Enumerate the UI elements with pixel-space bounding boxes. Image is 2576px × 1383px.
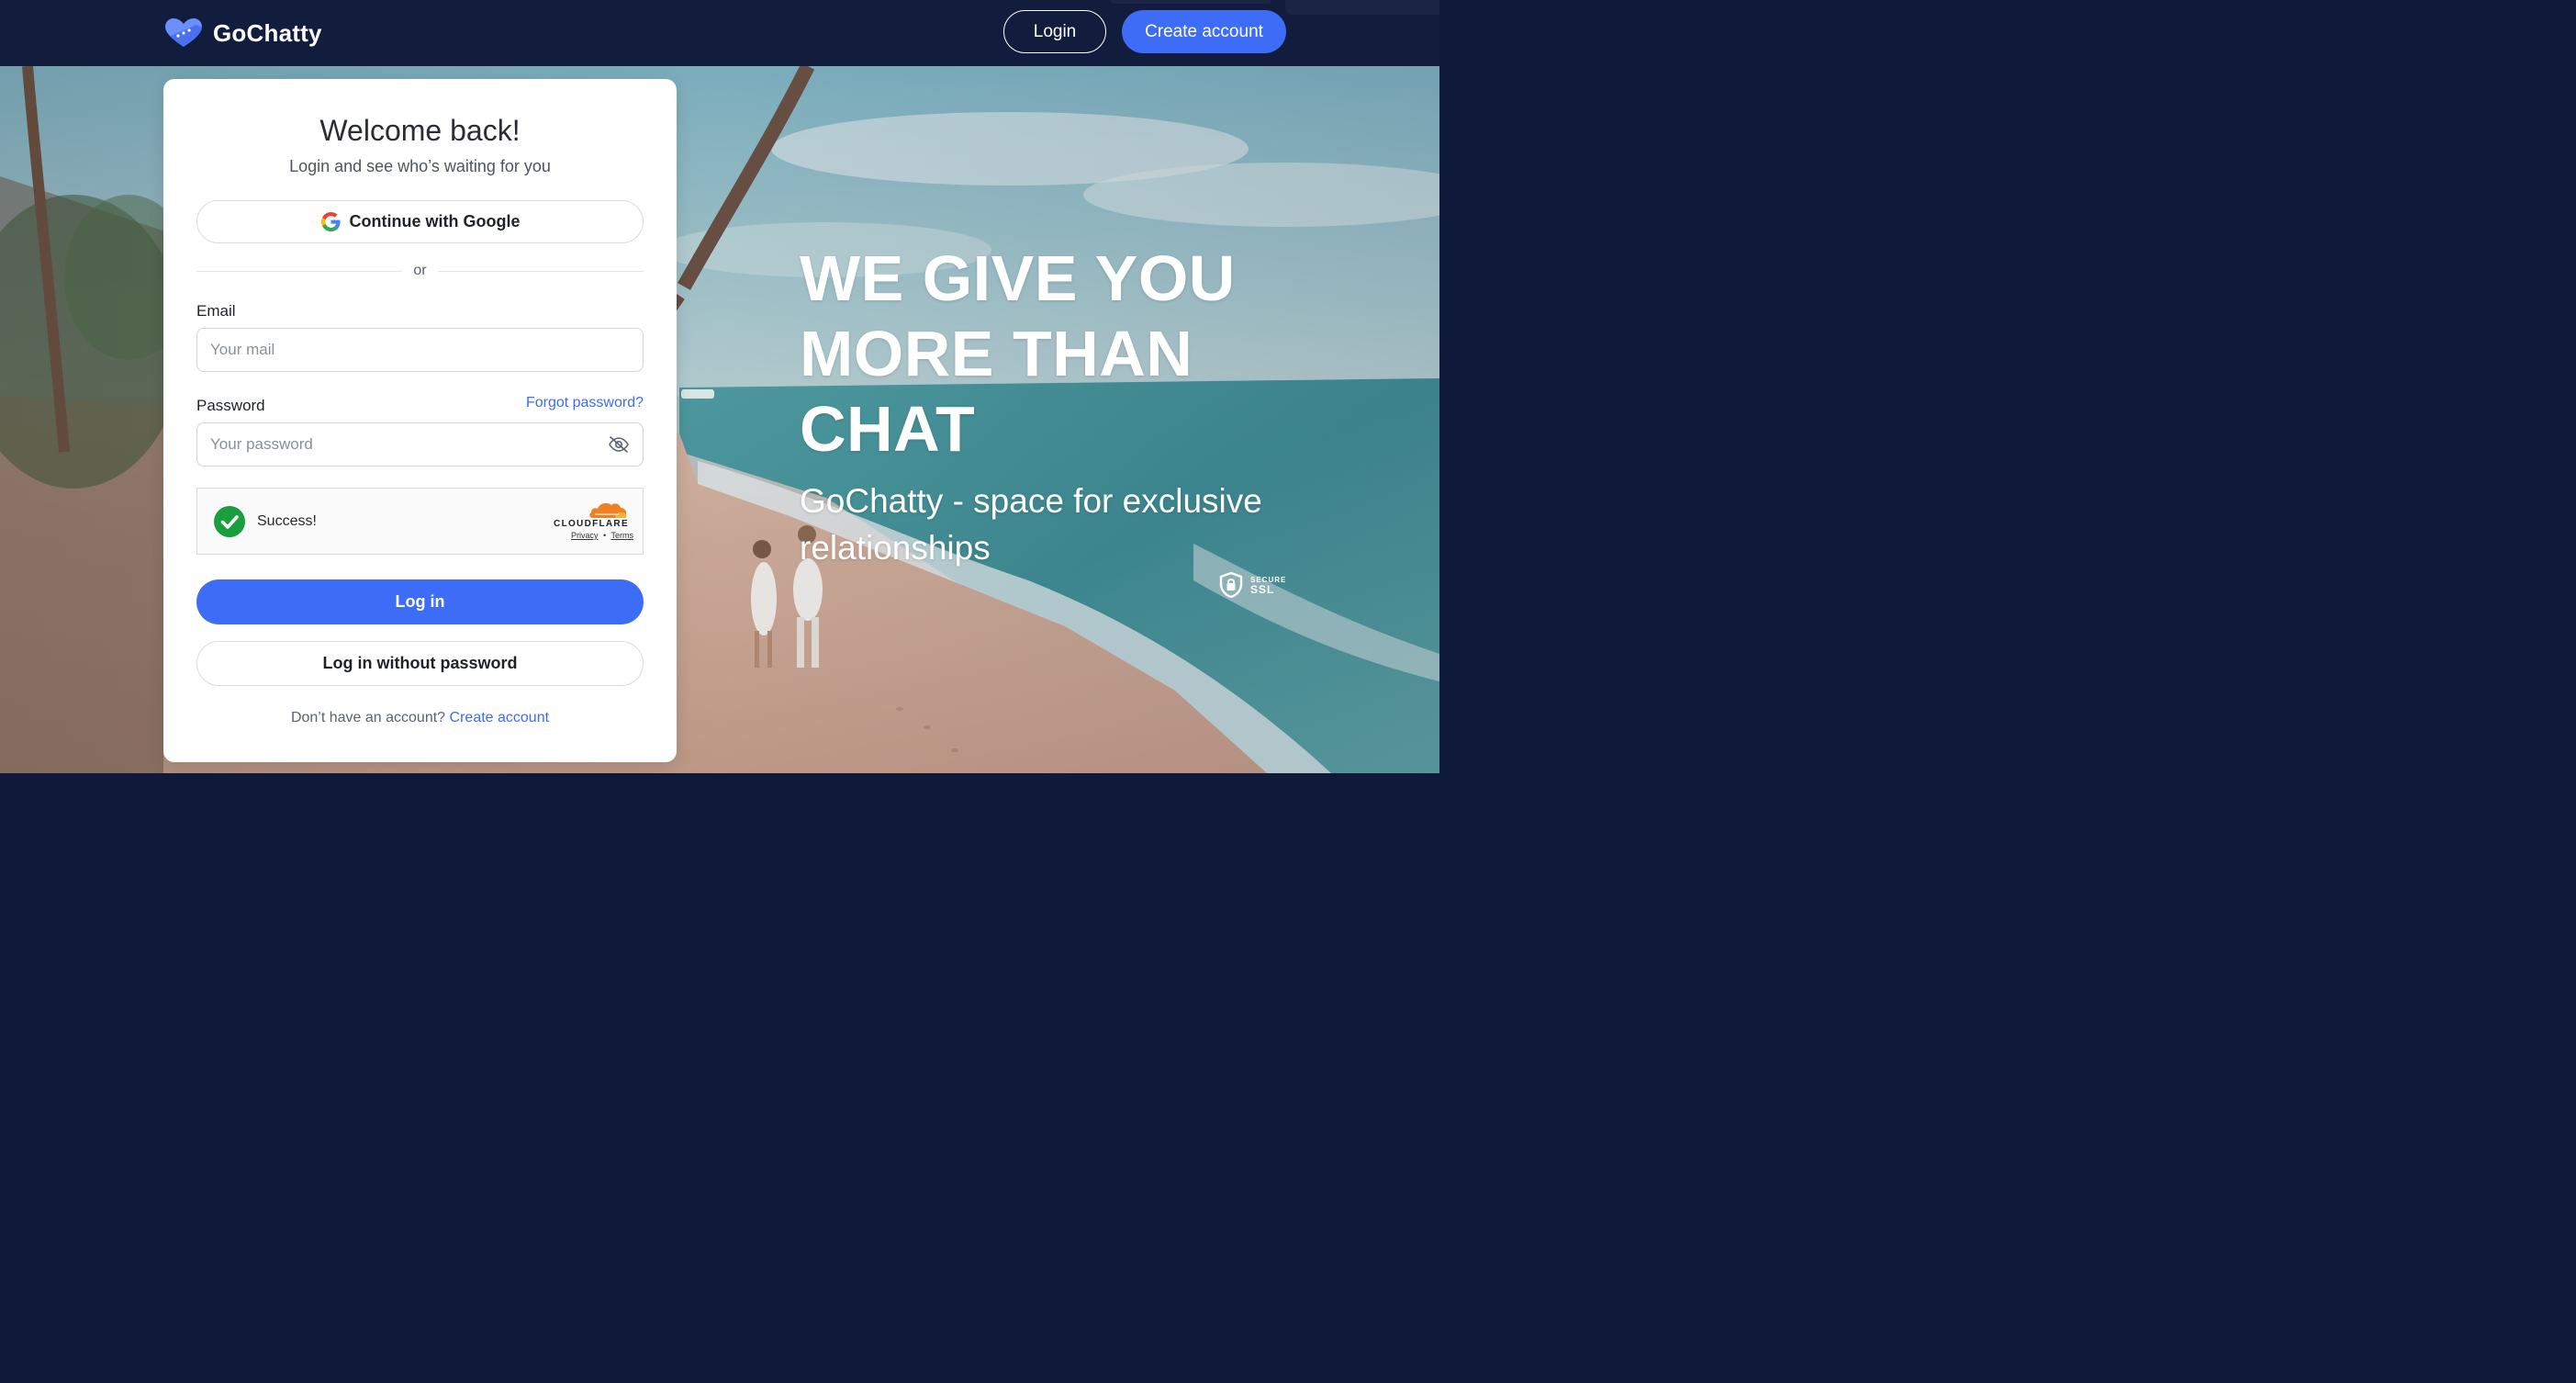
hero-subheadline-line: GoChatty - space for exclusive [800, 482, 1262, 520]
hero-headline-line: WE GIVE YOU [800, 242, 1236, 314]
email-field-wrapper [196, 328, 644, 372]
divider-line [196, 270, 403, 272]
card-title: Welcome back! [319, 114, 521, 147]
log-in-button[interactable]: Log in [196, 579, 644, 624]
google-button-label: Continue with Google [349, 212, 521, 230]
cloudflare-terms-link[interactable]: Terms [611, 531, 634, 540]
log-in-without-password-button[interactable]: Log in without password [196, 641, 644, 686]
password-field[interactable] [210, 435, 608, 454]
signup-prompt-text: Don’t have an account? [290, 710, 446, 725]
divider-text: or [413, 263, 427, 278]
divider-line [437, 270, 644, 272]
email-field[interactable] [210, 341, 630, 359]
cloudflare-wordmark: CLOUDFLARE [554, 519, 629, 529]
cloudflare-turnstile-widget[interactable]: Success! CLOUDFLARE Privacy • Terms [196, 488, 644, 555]
top-navbar: GoChatty Login Create account [0, 0, 1439, 66]
password-label: Password [196, 397, 265, 414]
email-label: Email [196, 302, 236, 320]
create-account-link[interactable]: Create account [450, 710, 550, 725]
eye-off-icon[interactable] [608, 433, 630, 455]
secure-ssl-badge: SECURE SSL [1217, 571, 1286, 599]
google-icon [320, 211, 341, 232]
cloudflare-links: Privacy • Terms [556, 531, 633, 540]
heart-logo-icon [165, 18, 202, 47]
success-check-icon [214, 506, 245, 537]
cloudflare-privacy-link[interactable]: Privacy [571, 531, 599, 540]
overlay-strip [1111, 0, 1271, 4]
ssl-text: SECURE SSL [1250, 576, 1286, 596]
brand-logo-link[interactable]: GoChatty [163, 17, 322, 50]
header-login-button[interactable]: Login [1003, 10, 1106, 53]
hero-subheadline: GoChatty - space for exclusive relations… [800, 478, 1314, 571]
card-subtitle: Login and see who’s waiting for you [289, 157, 551, 175]
captcha-status-text: Success! [257, 513, 317, 529]
brand-name: GoChatty [213, 18, 322, 47]
overlay-strip [1285, 0, 1439, 15]
header-create-account-button[interactable]: Create account [1122, 10, 1286, 53]
hero-subheadline-line: relationships [800, 529, 991, 567]
continue-with-google-button[interactable]: Continue with Google [196, 200, 644, 243]
ssl-label: SSL [1250, 583, 1275, 596]
login-card: Welcome back! Login and see who’s waitin… [163, 79, 677, 762]
password-field-wrapper [196, 422, 644, 467]
cloudflare-branding: CLOUDFLARE Privacy • Terms [551, 500, 633, 544]
hero-headline-line: CHAT [800, 393, 976, 465]
forgot-password-link[interactable]: Forgot password? [512, 395, 644, 411]
hero-headline: WE GIVE YOU MORE THAN CHAT [800, 241, 1314, 467]
link-separator: • [603, 531, 607, 540]
signup-prompt-row: Don’t have an account? Create account [163, 710, 677, 726]
hero-headline-line: MORE THAN [800, 318, 1193, 389]
shield-lock-icon [1219, 571, 1243, 599]
or-divider: or [196, 261, 644, 281]
cloudflare-cloud-icon [589, 502, 627, 518]
